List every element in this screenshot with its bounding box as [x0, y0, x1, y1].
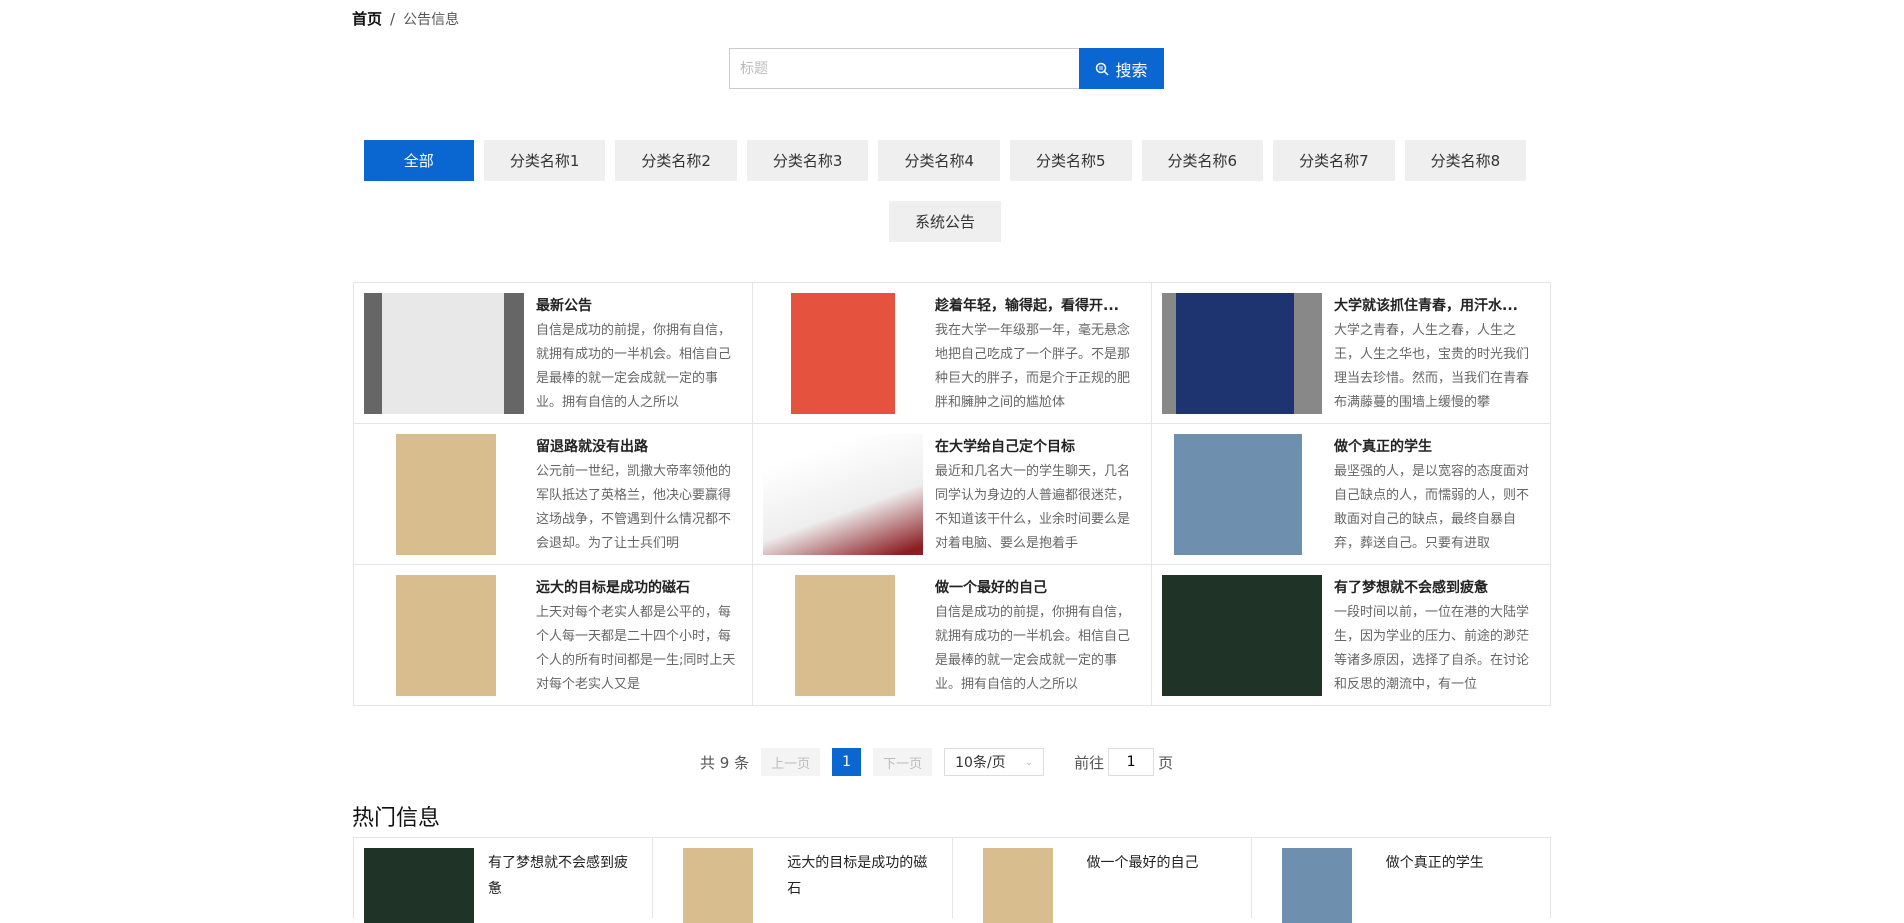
notice-card[interactable]: 做个真正的学生 最坚强的人，是以宽容的态度面对自己缺点的人，而懦弱的人，则不敢面…	[1152, 424, 1551, 565]
notice-title[interactable]: 留退路就没有出路	[536, 436, 742, 458]
notice-card[interactable]: 做一个最好的自己 自信是成功的前提，你拥有自信，就拥有成功的一半机会。相信自己是…	[753, 565, 1152, 706]
notice-title[interactable]: 大学就该抓住青春，用汗水...	[1334, 295, 1540, 317]
notice-card[interactable]: 最新公告 自信是成功的前提，你拥有自信，就拥有成功的一半机会。相信自己是最棒的就…	[354, 283, 753, 424]
notice-card[interactable]: 有了梦想就不会感到疲惫 一段时间以前，一位在港的大陆学生，因为学业的压力、前途的…	[1152, 565, 1551, 706]
book-image	[683, 848, 754, 923]
book-image	[1281, 848, 1352, 923]
book-cover-image	[763, 434, 923, 555]
book-cover-image	[364, 293, 524, 414]
notice-summary: 自信是成功的前提，你拥有自信，就拥有成功的一半机会。相信自己是最棒的就一定会成就…	[935, 605, 1131, 692]
category-tabs: 全部 分类名称1 分类名称2 分类名称3 分类名称4 分类名称5 分类名称6 分…	[360, 140, 1530, 242]
category-8[interactable]: 分类名称8	[1404, 140, 1527, 181]
book-cover-image	[1162, 575, 1322, 696]
book-cover-image	[963, 848, 1073, 923]
breadcrumb: 首页 / 公告信息	[352, 8, 459, 29]
category-7[interactable]: 分类名称7	[1273, 140, 1395, 181]
book-image	[791, 293, 895, 414]
chevron-down-icon: ⌄	[1024, 756, 1034, 768]
notice-grid: 最新公告 自信是成功的前提，你拥有自信，就拥有成功的一半机会。相信自己是最棒的就…	[353, 282, 1551, 706]
search-button[interactable]: 搜索	[1079, 48, 1164, 89]
category-4[interactable]: 分类名称4	[878, 140, 1000, 181]
book-cover-image	[1162, 434, 1322, 555]
category-3[interactable]: 分类名称3	[746, 140, 869, 181]
notice-title[interactable]: 在大学给自己定个目标	[935, 436, 1141, 458]
notice-summary: 大学之青春，人生之春，人生之王，人生之华也，宝贵的时光我们理当去珍惜。然而，当我…	[1334, 323, 1530, 410]
notice-card[interactable]: 留退路就没有出路 公元前一世纪，凯撒大帝率领他的军队抵达了英格兰，他决心要赢得这…	[354, 424, 753, 565]
book-image	[396, 575, 496, 696]
book-cover-image	[663, 848, 773, 923]
category-all[interactable]: 全部	[363, 140, 474, 181]
goto-page: 前往 页	[1074, 748, 1173, 776]
category-1[interactable]: 分类名称1	[483, 140, 606, 181]
category-2[interactable]: 分类名称2	[615, 140, 737, 181]
prev-page-button[interactable]: 上一页	[761, 748, 821, 776]
book-image	[396, 434, 496, 555]
search-bar: 搜索	[729, 48, 1164, 89]
category-5[interactable]: 分类名称5	[1010, 140, 1132, 181]
pagination: 共 9 条 上一页 1 下一页 10条/页 ⌄ 前往 页	[700, 748, 1173, 776]
hot-item[interactable]: 做个真正的学生	[1252, 838, 1551, 923]
notice-summary: 最坚强的人，是以宽容的态度面对自己缺点的人，而懦弱的人，则不敢面对自己的缺点，最…	[1334, 464, 1530, 551]
hot-item[interactable]: 远大的目标是成功的磁石	[653, 838, 953, 923]
hot-item[interactable]: 有了梦想就不会感到疲惫	[354, 838, 654, 923]
book-image	[1162, 575, 1322, 696]
book-image	[382, 293, 504, 414]
notice-summary: 自信是成功的前提，你拥有自信，就拥有成功的一半机会。相信自己是最棒的就一定会成就…	[536, 323, 732, 410]
goto-label: 前往	[1074, 753, 1105, 772]
hot-item-title[interactable]: 做一个最好的自己	[1087, 850, 1227, 908]
total-count: 共 9 条	[700, 753, 750, 772]
breadcrumb-separator: /	[390, 9, 396, 28]
notice-summary: 我在大学一年级那一年，毫无悬念地把自己吃成了一个胖子。不是那种巨大的胖子，而是介…	[935, 323, 1131, 410]
book-cover-image	[364, 575, 524, 696]
notice-card[interactable]: 远大的目标是成功的磁石 上天对每个老实人都是公平的，每个人每一天都是二十四个小时…	[354, 565, 753, 706]
book-image	[1176, 293, 1294, 414]
notice-summary: 公元前一世纪，凯撒大帝率领他的军队抵达了英格兰，他决心要赢得这场战争，不管遇到什…	[536, 464, 732, 551]
search-input[interactable]	[729, 48, 1079, 89]
search-button-label: 搜索	[1115, 60, 1148, 80]
next-page-button[interactable]: 下一页	[873, 748, 933, 776]
book-image	[982, 848, 1053, 923]
book-cover-image	[1262, 848, 1372, 923]
book-cover-image	[364, 848, 474, 923]
book-image	[364, 848, 474, 923]
notice-title[interactable]: 趁着年轻，输得起，看得开...	[935, 295, 1141, 317]
hot-list: 有了梦想就不会感到疲惫 远大的目标是成功的磁石 做一个最好的自己 做个真正的学生	[353, 837, 1551, 923]
hot-item[interactable]: 做一个最好的自己	[953, 838, 1252, 923]
notice-title[interactable]: 做个真正的学生	[1334, 436, 1540, 458]
book-cover-image	[1162, 293, 1322, 414]
hot-item-title[interactable]: 有了梦想就不会感到疲惫	[488, 850, 628, 908]
page-size-value: 10条/页	[955, 755, 1006, 771]
breadcrumb-current: 公告信息	[403, 11, 460, 28]
hot-item-title[interactable]: 远大的目标是成功的磁石	[787, 850, 927, 908]
notice-title[interactable]: 有了梦想就不会感到疲惫	[1334, 577, 1540, 599]
notice-card[interactable]: 在大学给自己定个目标 最近和几名大一的学生聊天，几名同学认为身边的人普遍都很迷茫…	[753, 424, 1152, 565]
breadcrumb-home[interactable]: 首页	[352, 8, 382, 29]
search-icon	[1096, 62, 1110, 76]
page-unit-label: 页	[1158, 753, 1174, 772]
book-cover-image	[763, 575, 923, 696]
notice-title[interactable]: 做一个最好的自己	[935, 577, 1141, 599]
book-image	[1174, 434, 1302, 555]
notice-summary: 最近和几名大一的学生聊天，几名同学认为身边的人普遍都很迷茫，不知道该干什么，业余…	[935, 464, 1131, 551]
hot-heading: 热门信息	[352, 806, 441, 831]
category-6[interactable]: 分类名称6	[1141, 140, 1264, 181]
page-size-select[interactable]: 10条/页 ⌄	[944, 748, 1045, 776]
book-image	[763, 434, 923, 555]
notice-summary: 上天对每个老实人都是公平的，每个人每一天都是二十四个小时，每个人的所有时间都是一…	[536, 605, 736, 692]
category-system-notice[interactable]: 系统公告	[888, 201, 1001, 242]
notice-title[interactable]: 远大的目标是成功的磁石	[536, 577, 742, 599]
notice-summary: 一段时间以前，一位在港的大陆学生，因为学业的压力、前途的渺茫等诸多原因，选择了自…	[1334, 605, 1530, 692]
book-cover-image	[763, 293, 923, 414]
notice-title[interactable]: 最新公告	[536, 295, 742, 317]
book-image	[795, 575, 895, 696]
page-1-button[interactable]: 1	[832, 748, 862, 776]
goto-page-input[interactable]	[1108, 748, 1155, 776]
notice-card[interactable]: 大学就该抓住青春，用汗水... 大学之青春，人生之春，人生之王，人生之华也，宝贵…	[1152, 283, 1551, 424]
hot-item-title[interactable]: 做个真正的学生	[1386, 850, 1526, 908]
notice-card[interactable]: 趁着年轻，输得起，看得开... 我在大学一年级那一年，毫无悬念地把自己吃成了一个…	[753, 283, 1152, 424]
book-cover-image	[364, 434, 524, 555]
